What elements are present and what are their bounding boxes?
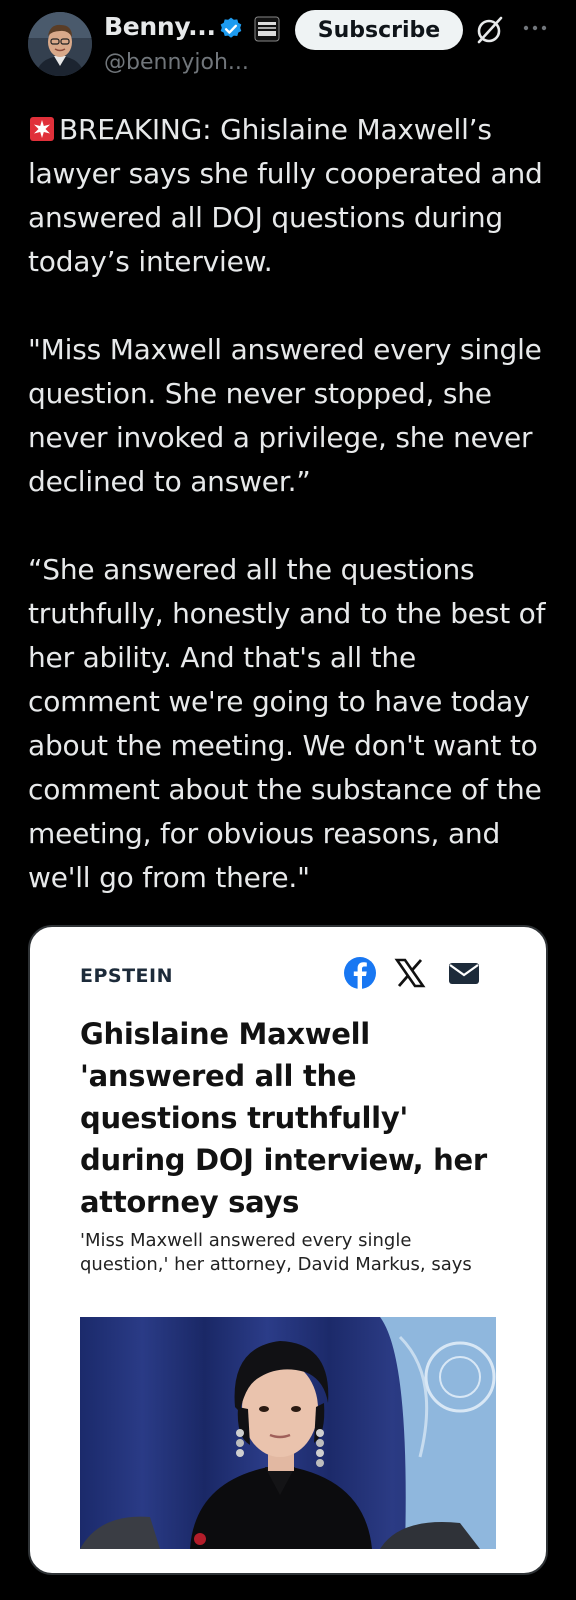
verified-badge-icon bbox=[220, 17, 242, 38]
article-photo[interactable] bbox=[80, 1317, 496, 1549]
tweet-header: Benny... @bennyjoh... Subscribe bbox=[0, 0, 576, 90]
tweet-paragraph-2: "Miss Maxwell answered every single ques… bbox=[28, 333, 542, 498]
police-siren-icon bbox=[30, 117, 54, 141]
handle[interactable]: @bennyjoh... bbox=[104, 50, 249, 75]
article-photo-image bbox=[80, 1317, 496, 1549]
article-subheadline: 'Miss Maxwell answered every single ques… bbox=[80, 1230, 472, 1275]
x-icon[interactable] bbox=[394, 955, 426, 991]
subscribe-button[interactable]: Subscribe bbox=[295, 10, 463, 50]
article-headline[interactable]: Ghislaine Maxwell 'answered all the ques… bbox=[80, 1013, 510, 1223]
affiliate-badge-icon[interactable] bbox=[254, 16, 280, 42]
article-category: EPSTEIN bbox=[80, 965, 173, 987]
tweet-paragraph-1: BREAKING: Ghislaine Maxwell’s lawyer say… bbox=[28, 108, 556, 284]
more-dots-icon[interactable] bbox=[520, 16, 550, 40]
tweet-paragraph-3: “She answered all the questions truthful… bbox=[28, 553, 546, 894]
link-preview-card[interactable]: EPSTEIN Ghislaine Maxwell 'answered all … bbox=[28, 925, 548, 1575]
tweet-text: BREAKING: Ghislaine Maxwell’s lawyer say… bbox=[28, 108, 556, 900]
avatar[interactable] bbox=[28, 12, 92, 76]
grok-icon[interactable] bbox=[474, 14, 506, 46]
tweet-paragraph-1-text: BREAKING: Ghislaine Maxwell’s lawyer say… bbox=[28, 113, 543, 278]
email-icon[interactable] bbox=[446, 955, 482, 991]
facebook-icon[interactable] bbox=[342, 955, 378, 991]
avatar-image bbox=[28, 12, 92, 76]
display-name[interactable]: Benny... bbox=[104, 12, 216, 41]
